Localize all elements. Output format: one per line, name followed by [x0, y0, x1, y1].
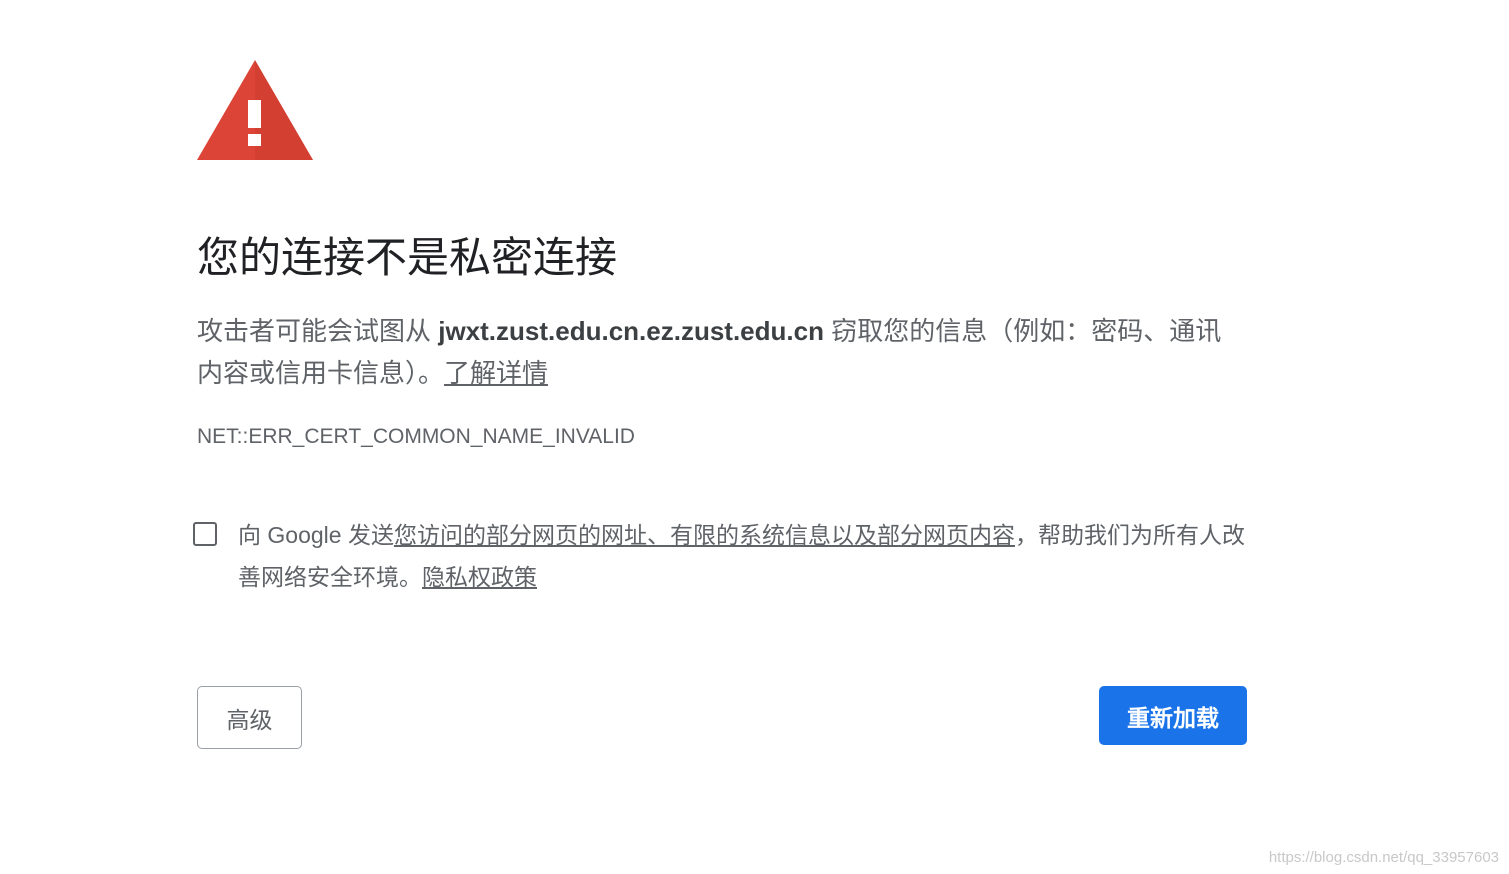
page-title: 您的连接不是私密连接 — [197, 234, 618, 281]
host-name: jwxt.zust.edu.cn.ez.zust.edu.cn — [438, 316, 824, 346]
explanation-text: 攻击者可能会试图从 jwxt.zust.edu.cn.ez.zust.edu.c… — [197, 310, 1237, 394]
advanced-button[interactable]: 高级 — [197, 686, 302, 749]
warning-triangle-icon — [197, 60, 313, 160]
privacy-policy-link[interactable]: 隐私权政策 — [422, 564, 537, 590]
watermark-text: https://blog.csdn.net/qq_33957603 — [1268, 849, 1499, 866]
explanation-before-host: 攻击者可能会试图从 — [197, 316, 439, 346]
interstitial-container: 您的连接不是私密连接 攻击者可能会试图从 jwxt.zust.edu.cn.ez… — [193, 0, 1247, 874]
reported-data-link[interactable]: 您访问的部分网页的网址、有限的系统信息以及部分网页内容 — [394, 522, 1015, 548]
learn-more-link[interactable]: 了解详情 — [444, 358, 548, 388]
extended-reporting-checkbox[interactable] — [193, 522, 217, 546]
optin-prefix: 向 Google 发送 — [238, 522, 394, 548]
reload-button[interactable]: 重新加载 — [1099, 686, 1247, 745]
optin-text: 向 Google 发送您访问的部分网页的网址、有限的系统信息以及部分网页内容，帮… — [238, 514, 1253, 598]
error-code: NET::ERR_CERT_COMMON_NAME_INVALID — [197, 425, 635, 448]
